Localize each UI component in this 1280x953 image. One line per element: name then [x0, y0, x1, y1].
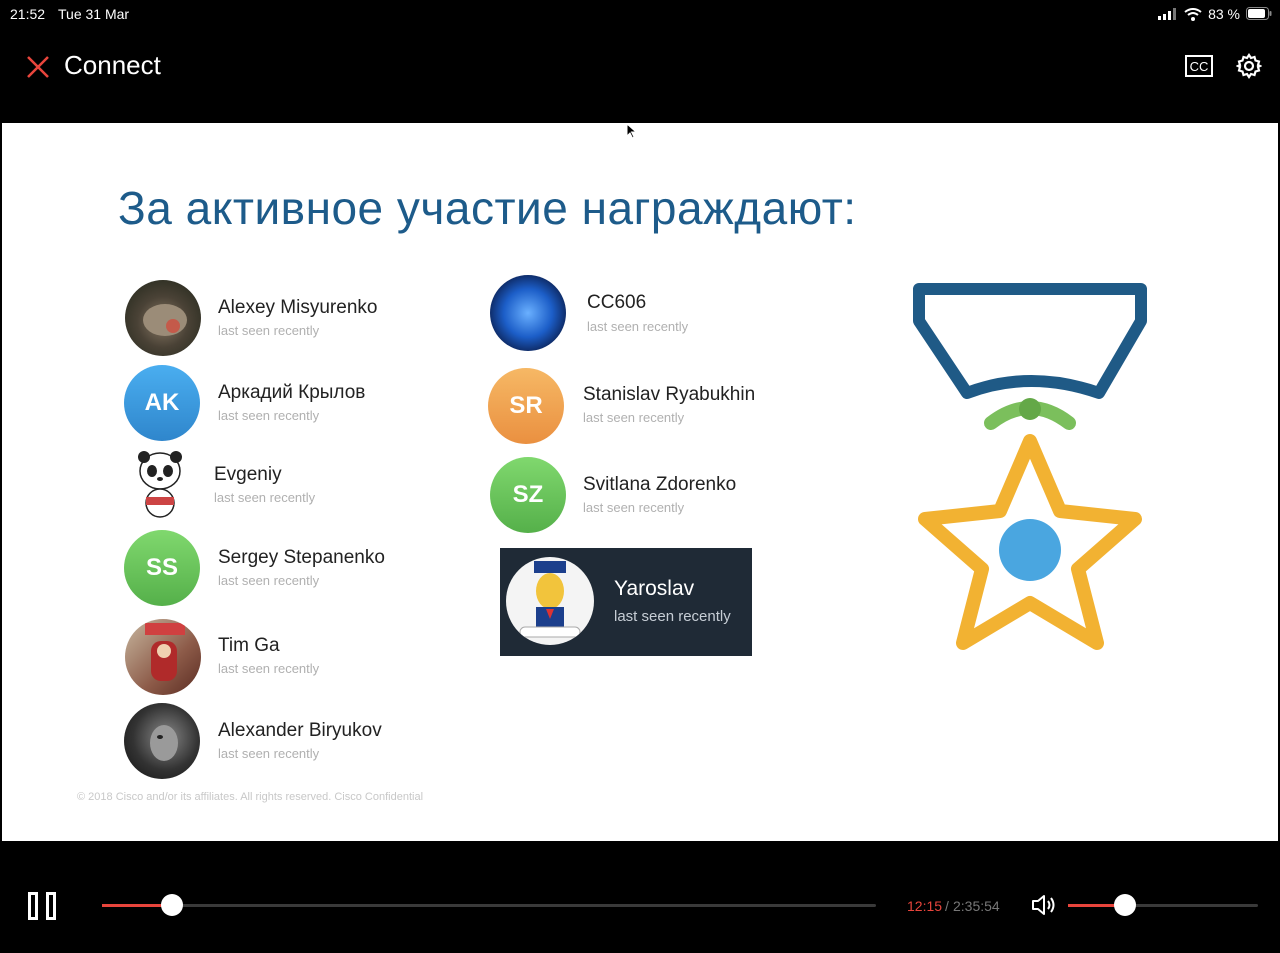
member-name: Аркадий Крылов — [218, 382, 366, 403]
wifi-icon — [1184, 7, 1202, 21]
member-status: last seen recently — [218, 408, 320, 423]
current-time: 12:15 — [907, 898, 943, 914]
avatar-bw-photo — [124, 703, 200, 779]
volume-handle[interactable] — [1114, 894, 1136, 916]
volume-icon[interactable] — [1031, 894, 1057, 916]
member-name: Stanislav Ryabukhin — [583, 384, 756, 405]
member-name: Svitlana Zdorenko — [583, 474, 737, 495]
status-date: Tue 31 Mar — [58, 6, 130, 22]
member-name: CC606 — [587, 292, 647, 313]
app-title: Connect — [64, 50, 161, 80]
total-time: 2:35:54 — [953, 898, 1000, 914]
cc-label: CC — [1190, 59, 1209, 74]
member-status: last seen recently — [218, 573, 320, 588]
avatar-museum-photo — [125, 619, 201, 695]
avatar-cartoon-captain — [506, 557, 594, 645]
close-icon[interactable] — [26, 55, 50, 79]
avatar-hedgehog — [125, 280, 201, 356]
member-status: last seen recently — [214, 490, 316, 505]
mouse-cursor-icon — [626, 123, 638, 139]
member-name: Evgeniy — [214, 464, 282, 485]
time-separator: / — [945, 898, 949, 914]
avatar-initials: AK — [124, 365, 200, 441]
member-status: last seen recently — [218, 746, 320, 761]
gear-icon[interactable] — [1236, 53, 1262, 79]
member-status: last seen recently — [583, 410, 685, 425]
battery-icon — [1246, 7, 1272, 20]
avatar-initials: SS — [124, 530, 200, 606]
avatar-initials: SZ — [490, 457, 566, 533]
avatar-initials-text: SZ — [512, 481, 544, 508]
status-time: 21:52 — [10, 6, 46, 22]
member-status: last seen recently — [583, 500, 685, 515]
avatar-initials-text: SS — [145, 554, 178, 581]
avatar-initials-text: AK — [144, 389, 180, 416]
copyright-footer: © 2018 Cisco and/or its affiliates. All … — [77, 791, 424, 803]
status-right: 83 % — [1158, 6, 1240, 22]
member-status: last seen recently — [587, 319, 689, 334]
member-status: last seen recently — [218, 323, 320, 338]
member-name: Yaroslav — [614, 577, 695, 600]
video-controls: 12:15 / 2:35:54 — [0, 843, 1280, 953]
member-name: Tim Ga — [218, 635, 280, 656]
seek-bar[interactable] — [102, 904, 876, 907]
status-bar: 21:52 Tue 31 Mar 83 % — [0, 0, 1280, 28]
member-status: last seen recently — [218, 661, 320, 676]
battery-percent: 83 % — [1208, 6, 1240, 22]
slide-title: За активное участие награждают: — [118, 182, 857, 234]
closed-captions-icon[interactable]: CC — [1185, 55, 1213, 77]
top-bar — [0, 30, 1280, 120]
presentation-slide: За активное участие награждают: Alexey M… — [2, 123, 1278, 841]
avatar-blue-sphere — [490, 275, 566, 351]
signal-icon — [1158, 8, 1177, 20]
member-name: Alexander Biryukov — [218, 720, 382, 741]
member-status: last seen recently — [614, 608, 731, 625]
avatar-initials-text: SR — [509, 392, 543, 419]
volume-slider[interactable] — [1068, 904, 1258, 907]
avatar-initials: SR — [488, 368, 564, 444]
seek-handle[interactable] — [160, 894, 183, 916]
avatar-panda — [122, 445, 198, 521]
highlighted-member-card: Yaroslav last seen recently — [500, 548, 752, 656]
pause-icon[interactable] — [28, 892, 56, 920]
member-name: Alexey Misyurenko — [218, 297, 378, 318]
medal-star-icon — [913, 283, 1147, 650]
member-name: Sergey Stepanenko — [218, 547, 385, 568]
